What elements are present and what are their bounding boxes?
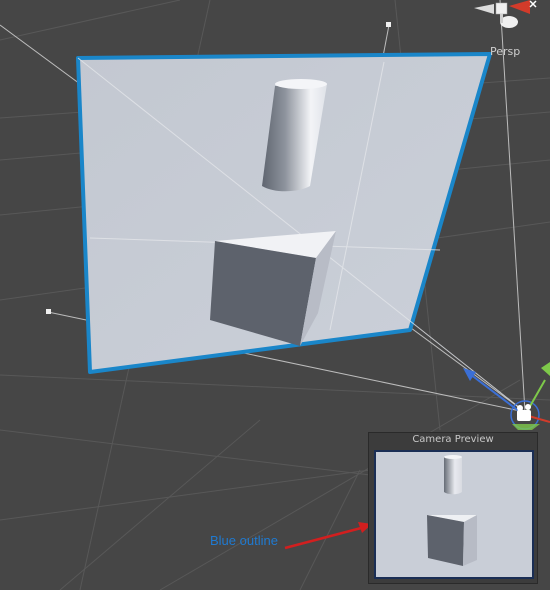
preview-cylinder: [444, 455, 462, 495]
projection-label[interactable]: Persp: [490, 45, 520, 58]
frustum-handle-top[interactable]: [386, 22, 391, 27]
annotation-label: Blue outline: [210, 533, 278, 548]
frustum-handle-left[interactable]: [46, 309, 51, 314]
camera-icon[interactable]: [510, 362, 550, 430]
annotation-arrow: [284, 522, 372, 550]
camera-preview-panel: Camera Preview: [368, 432, 538, 584]
scene-orientation-gizmo[interactable]: [474, 0, 537, 28]
preview-cube: [427, 515, 477, 566]
scene-viewport[interactable]: Persp Camera Preview Blue outline: [0, 0, 550, 590]
camera-preview-title: Camera Preview: [412, 434, 494, 445]
camera-preview-frame: [374, 450, 534, 579]
camera-preview-render: [376, 452, 532, 577]
